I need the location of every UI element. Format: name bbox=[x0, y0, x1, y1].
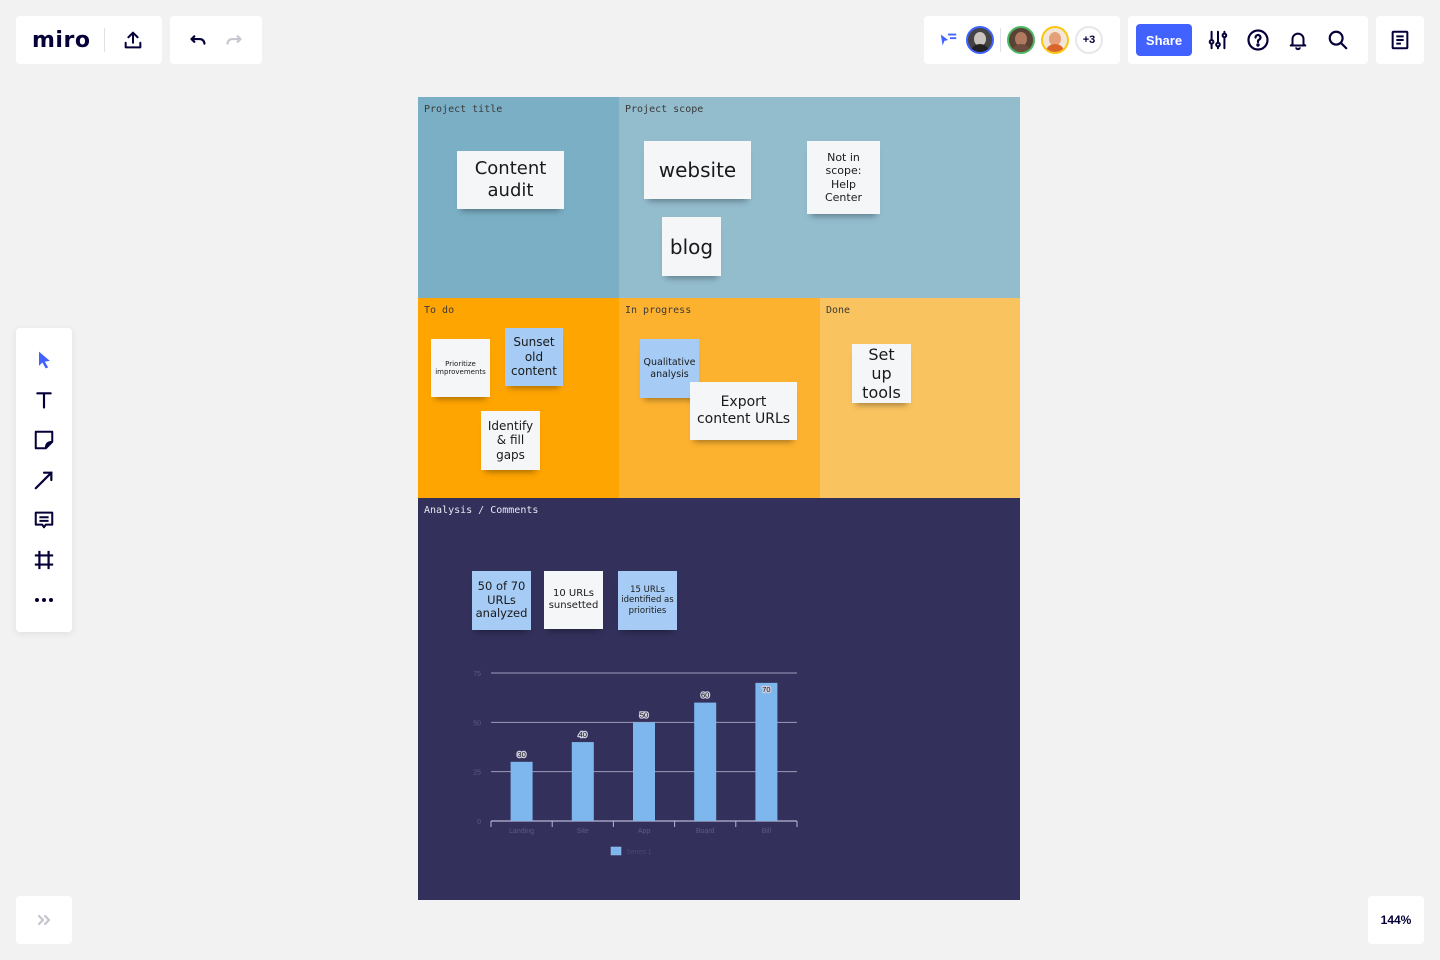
avatar-body bbox=[1045, 44, 1065, 52]
bar-value-label: 50 bbox=[640, 710, 648, 719]
select-cursor-icon bbox=[39, 351, 50, 369]
bar-chart-svg: 0 25 50 75 30 Landing 40 Site 50 App 60 Board 70 Bill… bbox=[473, 671, 798, 856]
more-dots-icon bbox=[35, 598, 53, 602]
sticky-not-in-scope[interactable]: Not in scope: Help Center bbox=[807, 141, 880, 214]
sticky-note-icon bbox=[34, 430, 54, 450]
divider bbox=[1000, 28, 1001, 52]
sticky-urls-sunsetted[interactable]: 10 URLs sunsetted bbox=[544, 571, 603, 629]
redo-icon bbox=[226, 35, 242, 45]
y-tick-label: 50 bbox=[473, 720, 481, 727]
sticky-blog[interactable]: blog bbox=[662, 217, 721, 276]
x-tick-label: Bill bbox=[762, 828, 772, 835]
comment-tool[interactable] bbox=[24, 500, 64, 540]
notes-button[interactable] bbox=[1380, 20, 1420, 60]
sticky-content-audit[interactable]: Content audit bbox=[457, 151, 564, 209]
zone-label: Project scope bbox=[625, 104, 704, 115]
notes-icon bbox=[1391, 30, 1409, 50]
bar-site bbox=[571, 742, 594, 821]
sticky-sunset[interactable]: Sunset old content bbox=[505, 328, 563, 386]
bar-bill bbox=[755, 682, 778, 821]
settings-sliders-icon bbox=[1208, 30, 1228, 50]
bar-value-label: 40 bbox=[579, 730, 587, 739]
expand-panel bbox=[16, 896, 72, 944]
sticky-identify[interactable]: Identify & fill gaps bbox=[481, 411, 540, 470]
double-chevron-right-icon bbox=[37, 914, 51, 926]
notes-panel bbox=[1376, 16, 1424, 64]
undo-icon bbox=[190, 35, 206, 45]
text-tool[interactable] bbox=[24, 380, 64, 420]
avatar-body bbox=[970, 44, 990, 52]
undo-button[interactable] bbox=[178, 20, 218, 60]
legend-label: Series 1 bbox=[626, 849, 652, 856]
creation-toolbar bbox=[16, 328, 72, 632]
arrow-tool[interactable] bbox=[24, 460, 64, 500]
redo-button[interactable] bbox=[214, 20, 254, 60]
collaborators-panel: +3 bbox=[924, 16, 1120, 64]
avatar-collaborator-1[interactable] bbox=[966, 26, 994, 54]
arrow-line-icon bbox=[34, 471, 53, 490]
export-button[interactable] bbox=[113, 20, 153, 60]
zone-label: In progress bbox=[625, 305, 692, 316]
more-collaborators-badge[interactable]: +3 bbox=[1075, 26, 1103, 54]
bar-app bbox=[633, 722, 655, 821]
sticky-urls-priorities[interactable]: 15 URLs identified as priorities bbox=[618, 571, 677, 630]
zone-label: Project title bbox=[424, 104, 503, 115]
bar-value-label: 70 bbox=[762, 685, 770, 694]
y-tick-label: 75 bbox=[473, 671, 481, 678]
x-tick-label: Site bbox=[577, 828, 589, 835]
cursor-follow-button[interactable] bbox=[934, 20, 964, 60]
sticky-prioritize[interactable]: Prioritize improvements bbox=[431, 339, 490, 397]
avatar-collaborator-3[interactable] bbox=[1041, 26, 1069, 54]
notifications-button[interactable] bbox=[1278, 20, 1318, 60]
expand-sidebar-button[interactable] bbox=[24, 900, 64, 940]
sticky-export[interactable]: Export content URLs bbox=[690, 382, 797, 440]
bar-board bbox=[694, 702, 717, 821]
comment-icon bbox=[34, 511, 54, 529]
notifications-bell-icon bbox=[1289, 32, 1307, 51]
x-tick-label: App bbox=[638, 828, 651, 835]
cursor-follow-icon bbox=[940, 33, 957, 46]
sticky-setup-tools[interactable]: Set up tools bbox=[852, 344, 911, 403]
zone-label: Analysis / Comments bbox=[424, 505, 539, 516]
legend-swatch bbox=[610, 846, 622, 856]
x-tick-label: Landing bbox=[509, 828, 534, 835]
zoom-level[interactable]: 144% bbox=[1381, 913, 1412, 927]
zone-label: Done bbox=[826, 305, 851, 316]
x-tick-label: Board bbox=[696, 828, 715, 835]
avatar-body bbox=[1011, 44, 1031, 52]
export-icon bbox=[124, 31, 142, 49]
brand-panel: miro bbox=[16, 16, 162, 64]
history-panel bbox=[170, 16, 262, 64]
sticky-website[interactable]: website bbox=[644, 141, 751, 199]
settings-button[interactable] bbox=[1198, 20, 1238, 60]
avatar-collaborator-2[interactable] bbox=[1007, 26, 1035, 54]
zoom-level-panel: 144% bbox=[1368, 896, 1424, 944]
bar-value-label: 30 bbox=[517, 750, 525, 759]
sticky-note-tool[interactable] bbox=[24, 420, 64, 460]
frame-tool[interactable] bbox=[24, 540, 64, 580]
help-icon bbox=[1247, 29, 1269, 51]
zone-label: To do bbox=[424, 305, 455, 316]
help-button[interactable] bbox=[1238, 20, 1278, 60]
share-button[interactable]: Share bbox=[1136, 24, 1192, 56]
divider bbox=[104, 28, 105, 52]
bar-landing bbox=[510, 761, 533, 821]
bar-chart[interactable]: 0 25 50 75 30 Landing 40 Site 50 App 60 Board 70 Bill… bbox=[460, 660, 820, 870]
zone-done: Done bbox=[820, 298, 1020, 498]
search-button[interactable] bbox=[1318, 20, 1358, 60]
y-tick-label: 25 bbox=[473, 770, 481, 777]
search-icon bbox=[1328, 30, 1348, 50]
more-tools-button[interactable] bbox=[24, 580, 64, 620]
board-tools-panel: Share bbox=[1128, 16, 1368, 64]
select-tool[interactable] bbox=[24, 340, 64, 380]
bar-value-label: 60 bbox=[701, 691, 709, 700]
sticky-urls-analyzed[interactable]: 50 of 70 URLs analyzed bbox=[472, 571, 531, 630]
frame-icon bbox=[34, 550, 54, 570]
miro-logo[interactable]: miro bbox=[32, 28, 104, 53]
text-icon bbox=[36, 392, 52, 409]
y-tick-label: 0 bbox=[477, 819, 481, 826]
